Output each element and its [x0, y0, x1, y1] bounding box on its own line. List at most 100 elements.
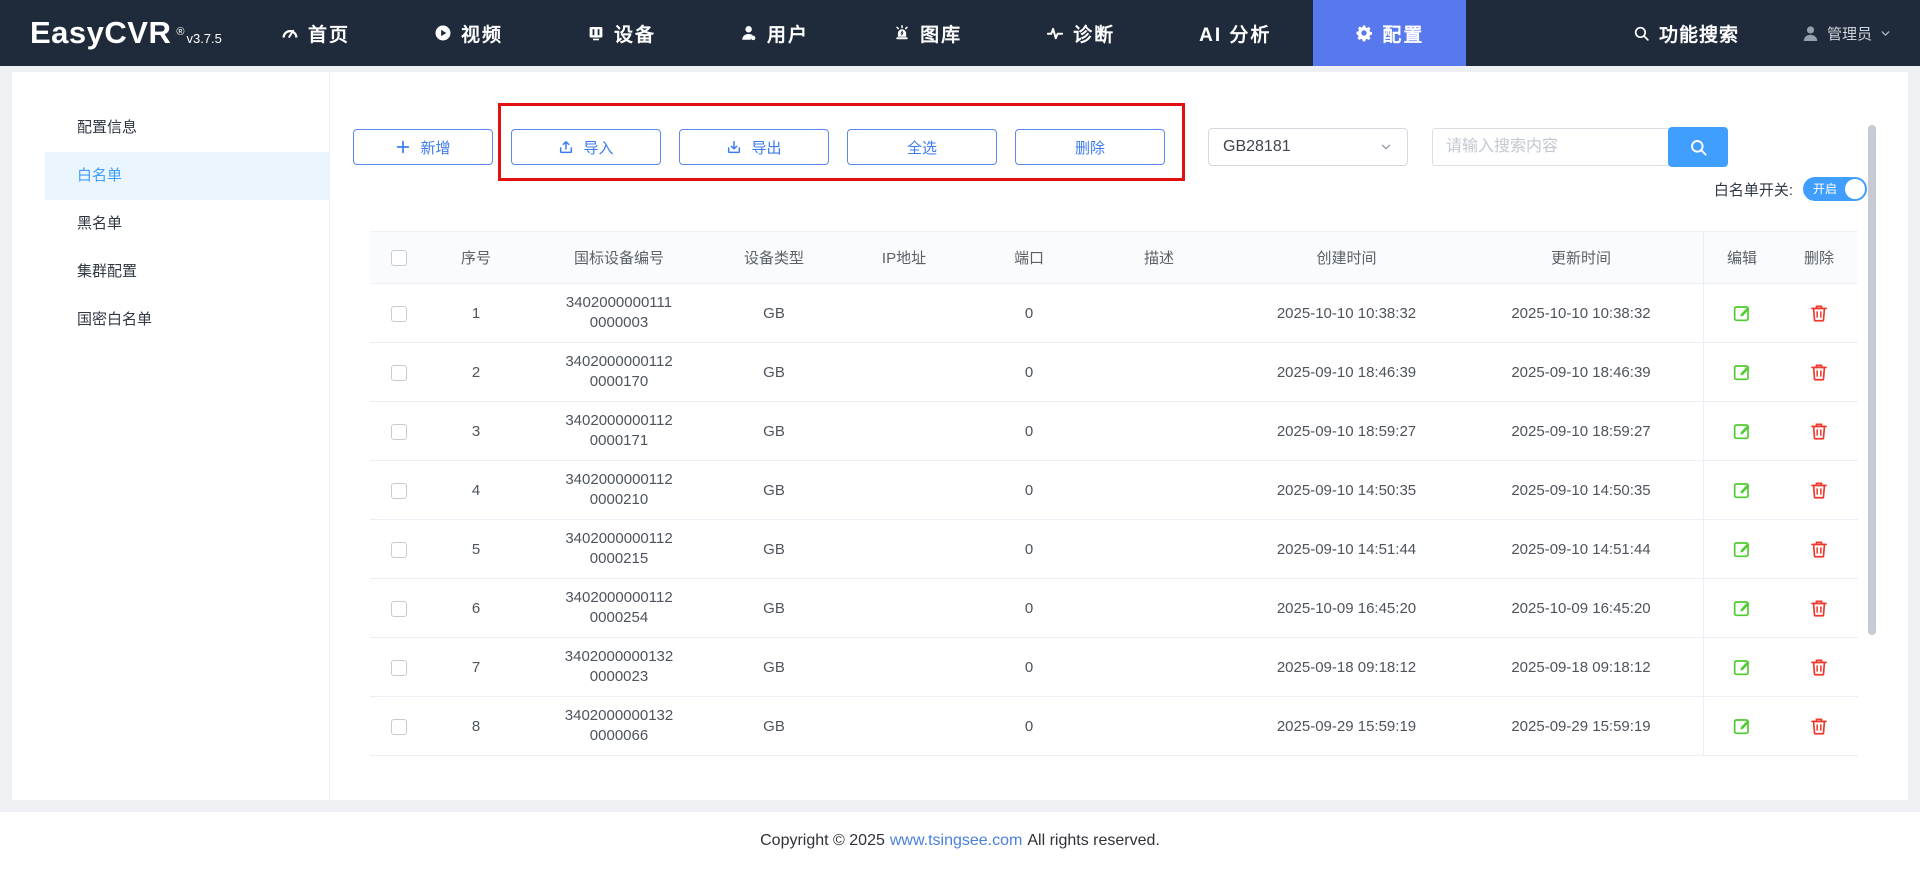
delete-icon[interactable]: [1809, 657, 1829, 677]
nav-gallery[interactable]: 图库: [851, 0, 1004, 66]
device-type: GB: [763, 422, 785, 440]
search-button[interactable]: [1668, 127, 1728, 167]
whitelist-toggle-state: 开启: [1813, 182, 1838, 196]
settings-sidebar: 配置信息 白名单 黑名单 集群配置 国密白名单: [12, 72, 330, 800]
edit-icon[interactable]: [1732, 303, 1752, 323]
device-id: 3402000000112 0000210: [565, 471, 673, 508]
created-time: 2025-09-10 18:59:27: [1276, 422, 1417, 440]
content-card: 配置信息 白名单 黑名单 集群配置 国密白名单 新增 导入 导出 全选 删除 G…: [12, 72, 1908, 800]
sidebar-item-cluster[interactable]: 集群配置: [45, 248, 329, 296]
table-row: 5 3402000000112 0000215 GB 0 2025-09-10 …: [370, 520, 1858, 579]
export-button-label: 导出: [751, 139, 782, 157]
nav-device[interactable]: 设备: [545, 0, 698, 66]
device-type: GB: [763, 599, 785, 617]
add-button[interactable]: 新增: [353, 129, 493, 165]
header-edit: 编辑: [1703, 232, 1780, 283]
header-device-type: 设备类型: [743, 250, 804, 267]
table-row: 2 3402000000112 0000170 GB 0 2025-09-10 …: [370, 343, 1858, 402]
row-checkbox[interactable]: [391, 600, 407, 617]
edit-icon[interactable]: [1732, 716, 1752, 736]
row-checkbox[interactable]: [391, 718, 407, 735]
export-button[interactable]: 导出: [679, 129, 829, 165]
updated-time: 2025-10-09 16:45:20: [1511, 599, 1651, 617]
port: 0: [1024, 481, 1034, 499]
created-time: 2025-09-10 14:50:35: [1276, 481, 1417, 499]
updated-time: 2025-09-18 09:18:12: [1511, 658, 1651, 676]
delete-icon[interactable]: [1809, 421, 1829, 441]
nav-diagnosis[interactable]: 诊断: [1004, 0, 1157, 66]
nav-ai[interactable]: AI 分析: [1157, 0, 1313, 66]
header-device-id: 国标设备编号: [573, 250, 664, 267]
device-id: 3402000000112 0000171: [565, 412, 673, 449]
delete-icon[interactable]: [1809, 303, 1829, 323]
select-all-button[interactable]: 全选: [847, 129, 997, 165]
user-name: 管理员: [1826, 25, 1872, 43]
row-index: 4: [471, 481, 481, 499]
row-checkbox[interactable]: [391, 364, 407, 381]
row-checkbox[interactable]: [391, 659, 407, 676]
sidebar-item-config-info[interactable]: 配置信息: [45, 104, 329, 152]
updated-time: 2025-09-29 15:59:19: [1511, 717, 1651, 735]
delete-button-label: 删除: [1074, 139, 1105, 157]
header-desc: 描述: [1143, 250, 1174, 267]
protocol-select[interactable]: GB28181: [1208, 128, 1408, 166]
footer-link[interactable]: www.tsingsee.com: [890, 832, 1023, 850]
sidebar-item-blacklist[interactable]: 黑名单: [45, 200, 329, 248]
chevron-down-icon: [1379, 140, 1393, 154]
row-checkbox[interactable]: [391, 541, 407, 558]
row-index: 6: [471, 599, 481, 617]
navbar-right: 功能搜索 管理员: [1633, 20, 1892, 47]
edit-icon[interactable]: [1732, 421, 1752, 441]
whitelist-toggle[interactable]: 开启: [1803, 177, 1867, 201]
header-created: 创建时间: [1316, 250, 1377, 267]
edit-icon[interactable]: [1732, 657, 1752, 677]
port: 0: [1024, 363, 1034, 381]
video-icon: [434, 24, 452, 42]
delete-icon[interactable]: [1809, 362, 1829, 382]
row-checkbox[interactable]: [391, 423, 407, 440]
nav-home[interactable]: 首页: [239, 0, 392, 66]
delete-icon[interactable]: [1809, 480, 1829, 500]
search-input[interactable]: [1432, 128, 1670, 166]
sidebar-item-whitelist[interactable]: 白名单: [45, 152, 329, 200]
sidebar-item-gm-whitelist[interactable]: 国密白名单: [45, 296, 329, 344]
delete-icon[interactable]: [1809, 539, 1829, 559]
select-all-checkbox[interactable]: [391, 250, 407, 267]
delete-button[interactable]: 删除: [1015, 129, 1165, 165]
header-no: 序号: [460, 250, 491, 267]
edit-icon[interactable]: [1732, 362, 1752, 382]
import-icon: [558, 139, 574, 155]
row-index: 2: [471, 363, 481, 381]
user-menu[interactable]: 管理员: [1801, 23, 1892, 44]
port: 0: [1024, 540, 1034, 558]
header-updated: 更新时间: [1550, 250, 1611, 267]
import-button[interactable]: 导入: [511, 129, 661, 165]
delete-icon[interactable]: [1809, 716, 1829, 736]
port: 0: [1024, 304, 1034, 322]
header-port: 端口: [1013, 250, 1044, 267]
nav-config[interactable]: 配置: [1313, 0, 1467, 66]
row-checkbox[interactable]: [391, 482, 407, 499]
device-id: 3402000000132 0000066: [564, 707, 674, 744]
table-row: 8 3402000000132 0000066 GB 0 2025-09-29 …: [370, 697, 1858, 756]
toolbar: 新增 导入 导出 全选 删除 GB28181: [353, 127, 1858, 167]
scrollbar[interactable]: [1868, 125, 1876, 635]
nav-video[interactable]: 视频: [392, 0, 545, 66]
table-row: 1 3402000000111 0000003 GB 0 2025-10-10 …: [370, 284, 1858, 343]
edit-icon[interactable]: [1732, 480, 1752, 500]
function-search-label: 功能搜索: [1658, 24, 1739, 46]
registered-mark: ®: [176, 26, 185, 38]
nav-users[interactable]: 用户: [698, 0, 851, 66]
created-time: 2025-09-18 09:18:12: [1276, 658, 1417, 676]
export-icon: [726, 139, 742, 155]
edit-icon[interactable]: [1732, 598, 1752, 618]
row-checkbox[interactable]: [391, 305, 407, 322]
search-icon: [1633, 25, 1650, 42]
edit-icon[interactable]: [1732, 539, 1752, 559]
delete-icon[interactable]: [1809, 598, 1829, 618]
function-search[interactable]: 功能搜索: [1633, 20, 1739, 47]
device-type: GB: [763, 304, 785, 322]
row-index: 1: [471, 304, 481, 322]
whitelist-switch-label: 白名单开关:: [1713, 181, 1793, 199]
main-menu: 首页 视频 设备 用户 图库 诊断 AI 分析 配置: [239, 0, 1467, 66]
